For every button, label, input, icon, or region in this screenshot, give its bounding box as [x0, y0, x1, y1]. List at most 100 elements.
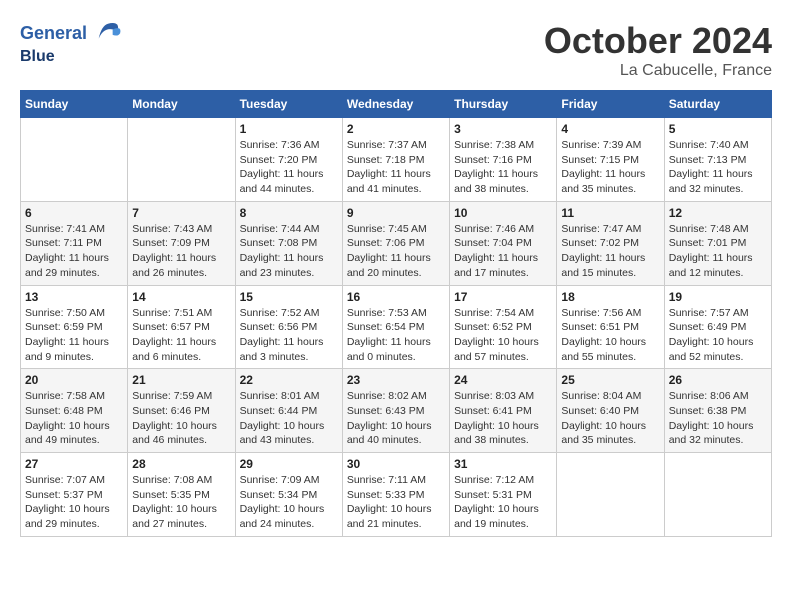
day-info: Sunrise: 8:01 AMSunset: 6:44 PMDaylight:… [240, 389, 338, 448]
day-info: Sunrise: 7:11 AMSunset: 5:33 PMDaylight:… [347, 473, 445, 532]
day-number: 15 [240, 290, 338, 304]
calendar-cell: 10Sunrise: 7:46 AMSunset: 7:04 PMDayligh… [450, 201, 557, 285]
calendar-cell: 12 Sunrise: 7:48 AMSunset: 7:01 PMDayligh… [664, 201, 771, 285]
day-number: 2 [347, 122, 445, 136]
day-info: Sunrise: 8:03 AMSunset: 6:41 PMDaylight:… [454, 389, 552, 448]
day-number: 12 [669, 206, 767, 220]
calendar-cell: 28Sunrise: 7:08 AMSunset: 5:35 PMDayligh… [128, 453, 235, 537]
day-number: 26 [669, 373, 767, 387]
weekday-header-tuesday: Tuesday [235, 91, 342, 118]
day-number: 11 [561, 206, 659, 220]
day-info: Sunrise: 7:59 AMSunset: 6:46 PMDaylight:… [132, 389, 230, 448]
calendar-cell: 9 Sunrise: 7:45 AMSunset: 7:06 PMDaylight… [342, 201, 449, 285]
title-area: October 2024 La Cabucelle, France [544, 20, 772, 80]
day-info: Sunrise: 7:38 AMSunset: 7:16 PMDaylight:… [454, 138, 552, 197]
day-number: 9 [347, 206, 445, 220]
day-info: Sunrise: 7:41 AMSunset: 7:11 PMDaylight:… [25, 222, 123, 281]
calendar-cell: 14 Sunrise: 7:51 AMSunset: 6:57 PMDayligh… [128, 285, 235, 369]
day-number: 25 [561, 373, 659, 387]
calendar-cell: 8 Sunrise: 7:44 AMSunset: 7:08 PMDaylight… [235, 201, 342, 285]
calendar-cell: 18 Sunrise: 7:56 AMSunset: 6:51 PMDayligh… [557, 285, 664, 369]
calendar-cell: 5 Sunrise: 7:40 AMSunset: 7:13 PMDaylight… [664, 118, 771, 202]
day-info: Sunrise: 7:44 AMSunset: 7:08 PMDaylight:… [240, 222, 338, 281]
day-number: 4 [561, 122, 659, 136]
calendar-cell: 15 Sunrise: 7:52 AMSunset: 6:56 PMDayligh… [235, 285, 342, 369]
logo-blue-text: Blue [20, 48, 122, 66]
location-subtitle: La Cabucelle, France [544, 62, 772, 80]
day-number: 30 [347, 457, 445, 471]
calendar-cell [557, 453, 664, 537]
day-number: 5 [669, 122, 767, 136]
calendar-cell: 2 Sunrise: 7:37 AMSunset: 7:18 PMDaylight… [342, 118, 449, 202]
day-number: 13 [25, 290, 123, 304]
day-number: 10 [454, 206, 552, 220]
calendar-week-5: 27 Sunrise: 7:07 AMSunset: 5:37 PMDayligh… [21, 453, 772, 537]
day-number: 6 [25, 206, 123, 220]
day-number: 17 [454, 290, 552, 304]
calendar-body: 1Sunrise: 7:36 AMSunset: 7:20 PMDaylight… [21, 118, 772, 537]
calendar-cell: 16 Sunrise: 7:53 AMSunset: 6:54 PMDayligh… [342, 285, 449, 369]
weekday-header-monday: Monday [128, 91, 235, 118]
calendar-week-4: 20Sunrise: 7:58 AMSunset: 6:48 PMDayligh… [21, 369, 772, 453]
day-info: Sunrise: 7:45 AMSunset: 7:06 PMDaylight:… [347, 222, 445, 281]
calendar-cell: 13Sunrise: 7:50 AMSunset: 6:59 PMDayligh… [21, 285, 128, 369]
day-info: Sunrise: 7:54 AMSunset: 6:52 PMDaylight:… [454, 306, 552, 365]
day-info: Sunrise: 7:56 AMSunset: 6:51 PMDaylight:… [561, 306, 659, 365]
day-number: 27 [25, 457, 123, 471]
day-number: 16 [347, 290, 445, 304]
calendar-cell: 7Sunrise: 7:43 AMSunset: 7:09 PMDaylight… [128, 201, 235, 285]
calendar-cell: 19 Sunrise: 7:57 AMSunset: 6:49 PMDayligh… [664, 285, 771, 369]
calendar-cell: 26 Sunrise: 8:06 AMSunset: 6:38 PMDayligh… [664, 369, 771, 453]
day-number: 14 [132, 290, 230, 304]
day-info: Sunrise: 7:52 AMSunset: 6:56 PMDaylight:… [240, 306, 338, 365]
day-info: Sunrise: 7:07 AMSunset: 5:37 PMDaylight:… [25, 473, 123, 532]
calendar-cell: 27 Sunrise: 7:07 AMSunset: 5:37 PMDayligh… [21, 453, 128, 537]
day-info: Sunrise: 7:47 AMSunset: 7:02 PMDaylight:… [561, 222, 659, 281]
calendar-cell: 22 Sunrise: 8:01 AMSunset: 6:44 PMDayligh… [235, 369, 342, 453]
weekday-header-saturday: Saturday [664, 91, 771, 118]
day-number: 22 [240, 373, 338, 387]
logo-text: General Blue [20, 20, 122, 66]
calendar-week-1: 1Sunrise: 7:36 AMSunset: 7:20 PMDaylight… [21, 118, 772, 202]
logo-bird-icon [94, 20, 122, 48]
day-number: 18 [561, 290, 659, 304]
day-info: Sunrise: 7:57 AMSunset: 6:49 PMDaylight:… [669, 306, 767, 365]
day-number: 3 [454, 122, 552, 136]
calendar-cell: 31Sunrise: 7:12 AMSunset: 5:31 PMDayligh… [450, 453, 557, 537]
day-number: 20 [25, 373, 123, 387]
calendar-cell [21, 118, 128, 202]
calendar-cell: 11 Sunrise: 7:47 AMSunset: 7:02 PMDayligh… [557, 201, 664, 285]
calendar-cell: 1Sunrise: 7:36 AMSunset: 7:20 PMDaylight… [235, 118, 342, 202]
day-info: Sunrise: 7:09 AMSunset: 5:34 PMDaylight:… [240, 473, 338, 532]
weekday-header-sunday: Sunday [21, 91, 128, 118]
calendar-week-2: 6 Sunrise: 7:41 AMSunset: 7:11 PMDaylight… [21, 201, 772, 285]
calendar-cell: 17 Sunrise: 7:54 AMSunset: 6:52 PMDayligh… [450, 285, 557, 369]
day-number: 23 [347, 373, 445, 387]
day-info: Sunrise: 8:06 AMSunset: 6:38 PMDaylight:… [669, 389, 767, 448]
day-info: Sunrise: 7:37 AMSunset: 7:18 PMDaylight:… [347, 138, 445, 197]
calendar-cell [664, 453, 771, 537]
day-info: Sunrise: 7:36 AMSunset: 7:20 PMDaylight:… [240, 138, 338, 197]
calendar-cell: 3 Sunrise: 7:38 AMSunset: 7:16 PMDaylight… [450, 118, 557, 202]
page-header: General Blue October 2024 La Cabucelle, … [20, 20, 772, 80]
day-info: Sunrise: 7:08 AMSunset: 5:35 PMDaylight:… [132, 473, 230, 532]
day-info: Sunrise: 7:40 AMSunset: 7:13 PMDaylight:… [669, 138, 767, 197]
day-number: 8 [240, 206, 338, 220]
calendar-cell: 20Sunrise: 7:58 AMSunset: 6:48 PMDayligh… [21, 369, 128, 453]
day-info: Sunrise: 7:39 AMSunset: 7:15 PMDaylight:… [561, 138, 659, 197]
day-info: Sunrise: 7:53 AMSunset: 6:54 PMDaylight:… [347, 306, 445, 365]
calendar-cell: 23Sunrise: 8:02 AMSunset: 6:43 PMDayligh… [342, 369, 449, 453]
day-number: 31 [454, 457, 552, 471]
day-info: Sunrise: 7:43 AMSunset: 7:09 PMDaylight:… [132, 222, 230, 281]
calendar-table: SundayMondayTuesdayWednesdayThursdayFrid… [20, 90, 772, 537]
day-number: 24 [454, 373, 552, 387]
day-number: 19 [669, 290, 767, 304]
calendar-cell [128, 118, 235, 202]
day-number: 29 [240, 457, 338, 471]
month-title: October 2024 [544, 20, 772, 62]
day-info: Sunrise: 7:48 AMSunset: 7:01 PMDaylight:… [669, 222, 767, 281]
weekday-header-friday: Friday [557, 91, 664, 118]
day-info: Sunrise: 7:51 AMSunset: 6:57 PMDaylight:… [132, 306, 230, 365]
day-info: Sunrise: 8:04 AMSunset: 6:40 PMDaylight:… [561, 389, 659, 448]
calendar-cell: 21Sunrise: 7:59 AMSunset: 6:46 PMDayligh… [128, 369, 235, 453]
